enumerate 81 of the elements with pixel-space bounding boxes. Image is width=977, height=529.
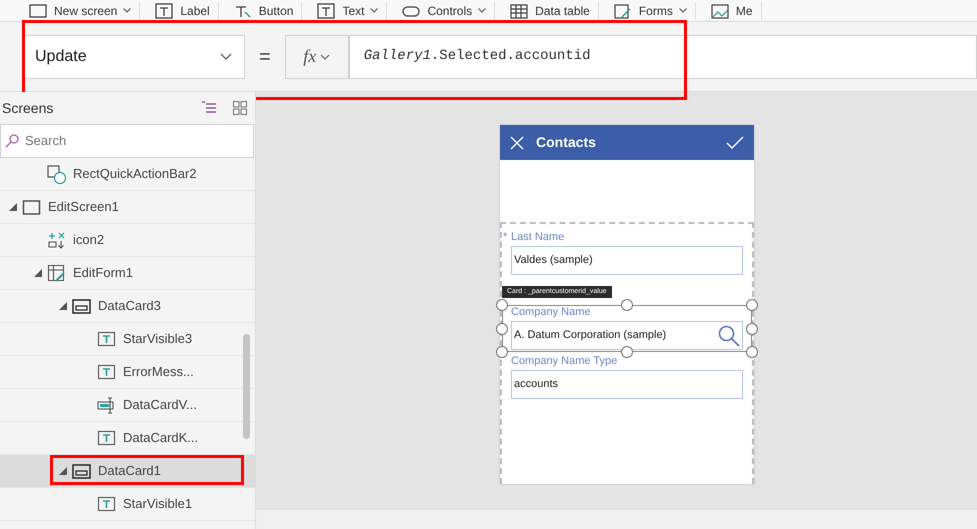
required-asterisk: * (503, 230, 508, 245)
search-input[interactable]: Search (25, 131, 201, 151)
expanded-triangle-icon[interactable] (9, 203, 17, 211)
expanded-triangle-icon[interactable] (59, 467, 67, 475)
label-icon (97, 494, 116, 514)
input-icon (97, 396, 116, 414)
toolbar-icon (28, 2, 48, 20)
tree-item[interactable]: DataCard1 (0, 455, 255, 488)
toolbar-button[interactable]: Me (710, 2, 762, 20)
input-field[interactable]: Valdes (sample) (511, 246, 743, 275)
list-view-icon[interactable] (201, 101, 217, 115)
tree-item-label: StarVisible1 (123, 495, 192, 514)
tree-item[interactable]: DataCard3 (0, 290, 255, 323)
function-button[interactable]: fx (284, 34, 349, 78)
tree-item-label: EditForm1 (73, 264, 133, 282)
toolbar-icon (509, 2, 530, 20)
toolbar-icon (710, 2, 730, 20)
toolbar-button[interactable]: Button (232, 2, 302, 20)
property-dropdown[interactable]: Update (22, 34, 245, 78)
sidebar-title: Screens (2, 98, 54, 118)
label-icon (97, 330, 116, 348)
field-value: Valdes (sample) (514, 253, 593, 268)
data-card[interactable]: * Last Name Valdes (sample) (502, 230, 752, 277)
toolbar-button[interactable]: Controls (401, 2, 496, 20)
field-label: Company Name (511, 304, 590, 320)
caret-icon (370, 8, 378, 13)
tree-item[interactable]: EditScreen1 (0, 191, 255, 224)
checkmark-icon[interactable] (726, 136, 744, 150)
grid-view-icon[interactable] (233, 101, 247, 115)
form-icon (47, 264, 66, 282)
toolbar-button[interactable]: New screen (28, 2, 140, 20)
toolbar-button[interactable]: Forms (612, 2, 696, 20)
tree-item-label: DataCard1 (98, 462, 161, 480)
tree-item-label: DataCardV... (123, 396, 197, 414)
tree-item-label: EditScreen1 (48, 198, 119, 216)
tree-item-label: icon2 (73, 231, 104, 250)
toolbar-button[interactable]: Text (316, 2, 388, 20)
field-label: Company Name Type (511, 354, 618, 369)
label-icon (97, 362, 116, 382)
search-icon (5, 134, 19, 148)
caret-icon (678, 8, 687, 13)
rectangle-icon (47, 164, 66, 184)
close-icon[interactable] (510, 136, 524, 150)
data-card[interactable]: Company Name Type accounts (502, 354, 752, 401)
label-icon (97, 428, 116, 448)
tree-item[interactable]: StarVisible1 (0, 488, 255, 521)
tree-item-label: RectQuickActionBar2 (73, 165, 197, 184)
tree-item-label: ErrorMess... (123, 363, 194, 382)
field-value: accounts (514, 377, 558, 392)
tree-item-label: DataCardK... (123, 429, 198, 448)
toolbar-button[interactable]: Data table (509, 2, 599, 20)
tree-item-label: StarVisible3 (123, 330, 192, 348)
field-value: A. Datum Corporation (sample) (514, 328, 666, 344)
search-icon[interactable] (718, 324, 740, 346)
card-icon (72, 462, 91, 480)
chevron-down-icon (320, 54, 330, 60)
expanded-triangle-icon[interactable] (34, 269, 42, 277)
input-field[interactable]: A. Datum Corporation (sample) (511, 321, 743, 350)
caret-icon (123, 8, 132, 13)
tree-item[interactable]: icon2 (0, 224, 255, 257)
card-icon (72, 296, 91, 316)
data-card[interactable]: Company Name A. Datum Corporation (sample) (502, 305, 752, 352)
field-label: Last Name (511, 230, 564, 245)
toolbar-button[interactable]: Label (154, 2, 219, 20)
equals-sign: = (259, 44, 271, 70)
tree-item[interactable]: RectQuickActionBar2 (0, 158, 255, 191)
tree-item-label: DataCard3 (98, 297, 161, 316)
toolbar-icon (316, 2, 336, 20)
toolbar-icon (612, 2, 633, 20)
formula-input[interactable]: Gallery1.Selected.accountid (348, 34, 977, 78)
toolbar-icon (154, 2, 174, 20)
screen-icon (22, 198, 41, 216)
tree-item[interactable]: EditForm1 (0, 257, 255, 290)
app-title: Contacts (536, 133, 597, 152)
chevron-down-icon (220, 53, 232, 60)
expanded-triangle-icon[interactable] (59, 302, 67, 310)
scrollbar-thumb[interactable] (243, 334, 250, 439)
input-field[interactable]: accounts (511, 370, 743, 399)
search-field[interactable]: Search (0, 124, 254, 158)
caret-icon (478, 8, 486, 13)
formula-text: Gallery1.Selected.accountid (364, 47, 591, 66)
